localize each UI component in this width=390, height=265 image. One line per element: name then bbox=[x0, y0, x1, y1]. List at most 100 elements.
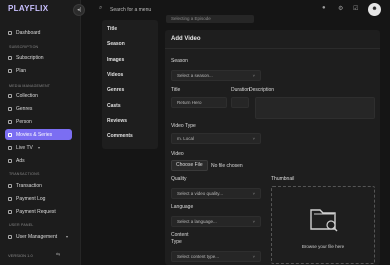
divider bbox=[165, 48, 380, 49]
quality-label: Quality bbox=[171, 176, 187, 182]
user-management-icon bbox=[8, 234, 12, 239]
sidebar: PLAYFLIX Dashboard SUBSCRIPTION Subscrip… bbox=[0, 0, 81, 265]
tab-season[interactable]: Season bbox=[107, 41, 125, 47]
tab-images[interactable]: Images bbox=[107, 57, 124, 63]
season-label: Season bbox=[171, 58, 188, 64]
chevron-down-icon: ˅ bbox=[252, 219, 255, 224]
sidebar-item-label: Live TV bbox=[16, 144, 33, 151]
chevron-down-icon: ▾ bbox=[65, 234, 68, 239]
app-version: VERSION 1.0 bbox=[8, 253, 33, 258]
sidebar-item-label: Plan bbox=[16, 67, 27, 74]
sidebar-item-person[interactable]: Person bbox=[5, 116, 72, 127]
sidebar-item-label: Collection bbox=[16, 92, 38, 99]
sidebar-item-dashboard[interactable]: Dashboard bbox=[5, 27, 72, 38]
section-users: USER PANEL bbox=[9, 223, 34, 227]
season-select-value: Select a season... bbox=[177, 73, 213, 78]
sidebar-item-transaction[interactable]: Transaction bbox=[5, 180, 72, 191]
section-media: MEDIA MANAGEMENT bbox=[9, 84, 51, 88]
thumbnail-label: Thumbnail bbox=[271, 176, 295, 182]
swap-icon[interactable]: ⇆ bbox=[56, 252, 60, 258]
description-textarea[interactable] bbox=[255, 97, 375, 119]
sidebar-item-ads[interactable]: Ads bbox=[5, 155, 72, 166]
video-type-select[interactable]: m. Local ˅ bbox=[171, 133, 261, 144]
collection-icon bbox=[8, 93, 12, 98]
language-label: Language bbox=[171, 204, 194, 210]
tab-reviews[interactable]: Reviews bbox=[107, 118, 127, 124]
movies-icon bbox=[8, 132, 12, 137]
upload-hint: Browse your file here bbox=[301, 244, 345, 249]
duration-input[interactable] bbox=[231, 97, 249, 108]
transaction-icon bbox=[8, 183, 12, 188]
app-logo: PLAYFLIX bbox=[8, 4, 49, 13]
chevron-down-icon: ˅ bbox=[252, 136, 255, 141]
sidebar-item-label: Payment Request bbox=[16, 208, 56, 215]
person-icon bbox=[8, 119, 12, 124]
home-icon bbox=[8, 30, 12, 35]
ads-icon bbox=[8, 158, 12, 163]
form-title: Add Video bbox=[171, 36, 201, 42]
sidebar-item-genres[interactable]: Genres bbox=[5, 103, 72, 114]
quality-select[interactable]: Select a video quality... ˅ bbox=[171, 188, 261, 199]
sidebar-item-label: User Management bbox=[16, 233, 58, 240]
sidebar-item-live-tv[interactable]: Live TV ▾ bbox=[5, 142, 72, 153]
season-select[interactable]: Select a season... ˅ bbox=[171, 70, 261, 81]
language-select[interactable]: Select a language... ˅ bbox=[171, 216, 261, 227]
sidebar-item-label: Movies & Series bbox=[16, 131, 53, 138]
sidebar-item-label: Genres bbox=[16, 105, 33, 112]
payment-request-icon bbox=[8, 209, 12, 214]
content-type-label: Content bbox=[171, 232, 189, 238]
section-subscription: SUBSCRIPTION bbox=[9, 45, 39, 49]
sidebar-item-collection[interactable]: Collection bbox=[5, 90, 72, 101]
plan-icon bbox=[8, 68, 12, 73]
quality-select-value: Select a video quality... bbox=[177, 191, 223, 196]
content-type-select[interactable]: Select content type... ˅ bbox=[171, 251, 261, 262]
duration-label: Duration bbox=[231, 87, 250, 93]
payment-log-icon bbox=[8, 196, 12, 201]
section-transactions: TRANSACTIONS bbox=[9, 172, 40, 176]
language-select-value: Select a language... bbox=[177, 219, 217, 224]
gear-icon[interactable]: ⚙ bbox=[338, 5, 343, 12]
video-label: Video bbox=[171, 151, 184, 157]
title-input-value: Return Hero bbox=[177, 100, 202, 105]
search-icon: ⌕ bbox=[99, 5, 103, 11]
sidebar-collapse-button[interactable]: ◂| bbox=[73, 4, 85, 16]
genres-icon bbox=[8, 106, 12, 111]
sidebar-item-payment-request[interactable]: Payment Request bbox=[5, 206, 72, 217]
chevron-down-icon: ˅ bbox=[252, 191, 255, 196]
sidebar-item-subscription[interactable]: Subscription bbox=[5, 52, 72, 63]
tab-genres[interactable]: Genres bbox=[107, 87, 124, 93]
no-file-text: No file chosen bbox=[211, 163, 243, 169]
video-type-value: m. Local bbox=[177, 136, 195, 141]
folder-upload-icon bbox=[310, 209, 338, 232]
episode-select[interactable]: Selecting a Episode bbox=[166, 15, 254, 23]
chevron-down-icon: ˅ bbox=[252, 73, 255, 78]
content-type-label-line2: Type bbox=[171, 239, 182, 245]
title-input[interactable]: Return Hero bbox=[171, 97, 227, 108]
tab-videos[interactable]: Videos bbox=[107, 72, 123, 78]
tab-comments[interactable]: Comments bbox=[107, 133, 133, 139]
search-input[interactable] bbox=[110, 5, 250, 14]
sidebar-item-user-management[interactable]: User Management ▾ bbox=[5, 231, 72, 242]
sidebar-item-label: Dashboard bbox=[16, 29, 41, 36]
sidebar-item-movies-series[interactable]: Movies & Series bbox=[5, 129, 72, 140]
content-type-select-value: Select content type... bbox=[177, 254, 220, 259]
chevron-down-icon: ˅ bbox=[252, 254, 255, 259]
notification-icon[interactable]: ☑ bbox=[353, 5, 358, 12]
thumbnail-dropzone[interactable]: Browse your file here bbox=[271, 186, 375, 264]
choose-file-button[interactable]: Choose File bbox=[171, 160, 208, 171]
sidebar-item-label: Payment Log bbox=[16, 195, 46, 202]
description-label: Description bbox=[249, 87, 275, 93]
add-video-form: Add Video Season Select a season... ˅ Ti… bbox=[165, 30, 380, 265]
title-label: Title bbox=[171, 87, 181, 93]
tabs-panel: Title Season Images Videos Genres Casts … bbox=[102, 20, 158, 149]
tab-casts[interactable]: Casts bbox=[107, 103, 121, 109]
status-icon[interactable]: ● bbox=[322, 5, 326, 11]
video-type-label: Video Type bbox=[171, 123, 196, 129]
avatar[interactable]: ☻ bbox=[368, 3, 381, 16]
subscription-icon bbox=[8, 55, 12, 60]
sidebar-item-plan[interactable]: Plan bbox=[5, 65, 72, 76]
sidebar-item-label: Subscription bbox=[16, 54, 44, 61]
tab-title[interactable]: Title bbox=[107, 26, 117, 32]
sidebar-item-payment-log[interactable]: Payment Log bbox=[5, 193, 72, 204]
tv-icon bbox=[8, 145, 12, 150]
